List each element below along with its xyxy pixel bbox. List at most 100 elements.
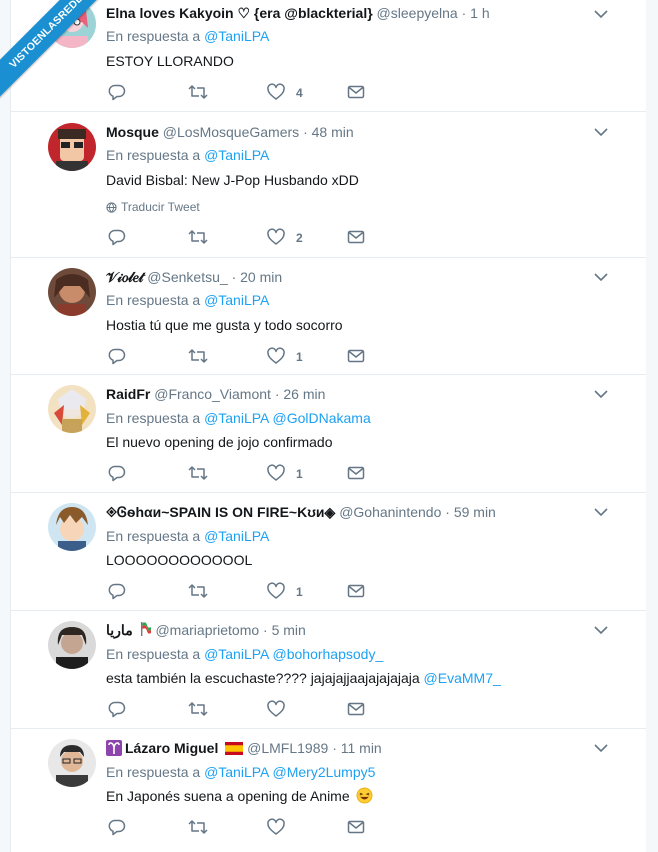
like-count: 4 [296, 86, 303, 100]
twitter-replies-page: Elna loves Kakyoin ♡ {era @blackterial} … [0, 0, 658, 852]
reply-icon[interactable] [108, 228, 126, 248]
flag-emoji-icon [140, 622, 151, 636]
like-heart-icon[interactable] [267, 83, 285, 103]
mention-link[interactable]: @EvaMM7_ [424, 670, 501, 686]
reply-icon[interactable] [108, 347, 126, 367]
tweet-text: ESTOY LLORANDO [106, 53, 234, 69]
retweet-icon[interactable] [188, 582, 208, 602]
chevron-down-icon[interactable] [593, 507, 609, 517]
chevron-down-icon[interactable] [593, 127, 609, 137]
reply-mention-link[interactable]: @TaniLPA [204, 292, 269, 308]
reply-icon[interactable] [108, 464, 126, 484]
tweet-text: Hostia tú que me gusta y todo socorro [106, 317, 343, 333]
retweet-icon[interactable] [188, 228, 208, 248]
handle[interactable]: @LMFL1989 [247, 740, 328, 756]
avatar[interactable] [48, 503, 96, 551]
reply-icon[interactable] [108, 700, 126, 720]
like-heart-icon[interactable] [267, 464, 285, 484]
like-heart-icon[interactable] [267, 582, 285, 602]
like-heart-icon[interactable] [267, 700, 285, 720]
chevron-down-icon[interactable] [593, 272, 609, 282]
chevron-down-icon[interactable] [593, 389, 609, 399]
like-count: 1 [296, 350, 303, 364]
tweet-reply-5[interactable]: ◈Ꮆѳhαи~SPAIN IS ON FIRE~Kʊи◈ @Gohaninten… [11, 493, 646, 611]
timestamp[interactable]: · 20 min [232, 269, 283, 285]
handle[interactable]: @sleepyelna [377, 5, 458, 21]
display-name[interactable]: Elna loves Kakyoin ♡ {era @blackterial} [106, 5, 373, 21]
avatar[interactable] [48, 268, 96, 316]
timestamp[interactable]: · 26 min [275, 386, 326, 402]
direct-message-icon[interactable] [347, 818, 365, 838]
display-name[interactable]: ◈Ꮆѳhαи~SPAIN IS ON FIRE~Kʊи◈ [106, 504, 335, 520]
direct-message-icon[interactable] [347, 347, 365, 367]
spain-flag-icon [225, 742, 244, 755]
tweet-header: RaidFr @Franco_Viamont · 26 min [106, 385, 325, 403]
chevron-down-icon[interactable] [593, 743, 609, 753]
like-heart-icon[interactable] [267, 228, 285, 248]
aries-emoji-icon [106, 740, 122, 756]
tweet-reply-6[interactable]: ماريا @mariaprietomo · 5 min En respuest… [11, 611, 646, 729]
tweet-text: esta también la escuchaste???? jajajajja… [106, 670, 501, 686]
handle[interactable]: @Franco_Viamont [154, 386, 271, 402]
retweet-icon[interactable] [188, 347, 208, 367]
avatar[interactable] [48, 123, 96, 171]
timestamp[interactable]: · 59 min [445, 504, 496, 520]
tweet-header: Elna loves Kakyoin ♡ {era @blackterial} … [106, 4, 490, 22]
like-count: 2 [296, 231, 303, 245]
display-name[interactable]: RaidFr [106, 386, 150, 402]
tweet-reply-7[interactable]: Lázaro Miguel @LMFL1989 · 11 min En resp… [11, 729, 646, 852]
retweet-icon[interactable] [188, 83, 208, 103]
chevron-down-icon[interactable] [593, 625, 609, 635]
direct-message-icon[interactable] [347, 700, 365, 720]
display-name[interactable]: ماريا [106, 622, 133, 638]
reply-context: En respuesta a @TaniLPA @Mery2Lumpy5 [106, 764, 376, 780]
tweet-header: Mosque @LosMosqueGamers · 48 min [106, 123, 354, 141]
retweet-icon[interactable] [188, 700, 208, 720]
reply-mention-link[interactable]: @TaniLPA @bohorhapsody_ [204, 646, 383, 662]
like-heart-icon[interactable] [267, 347, 285, 367]
reply-icon[interactable] [108, 818, 126, 838]
reply-mention-link[interactable]: @TaniLPA [204, 28, 269, 44]
handle[interactable]: @LosMosqueGamers [163, 124, 299, 140]
handle[interactable]: @Senketsu_ [147, 269, 227, 285]
retweet-icon[interactable] [188, 464, 208, 484]
reply-mention-link[interactable]: @TaniLPA @Mery2Lumpy5 [204, 764, 375, 780]
like-count: 1 [296, 585, 303, 599]
tweet-reply-4[interactable]: RaidFr @Franco_Viamont · 26 min En respu… [11, 375, 646, 493]
globe-icon [106, 202, 117, 213]
direct-message-icon[interactable] [347, 464, 365, 484]
translate-tweet-link[interactable]: Traducir Tweet [106, 199, 200, 215]
reply-mention-link[interactable]: @TaniLPA [204, 147, 269, 163]
direct-message-icon[interactable] [347, 83, 365, 103]
avatar[interactable] [48, 739, 96, 787]
tweet-header: ◈Ꮆѳhαи~SPAIN IS ON FIRE~Kʊи◈ @Gohaninten… [106, 503, 496, 521]
right-edge [645, 0, 658, 852]
reply-context: En respuesta a @TaniLPA [106, 528, 270, 544]
avatar[interactable] [48, 385, 96, 433]
direct-message-icon[interactable] [347, 582, 365, 602]
display-name[interactable]: Mosque [106, 124, 159, 140]
retweet-icon[interactable] [188, 818, 208, 838]
reply-icon[interactable] [108, 83, 126, 103]
timestamp[interactable]: · 48 min [303, 124, 354, 140]
tweet-text: En Japonés suena a opening de Anime [106, 787, 373, 805]
timestamp[interactable]: · 5 min [263, 622, 306, 638]
timestamp[interactable]: · 11 min [332, 740, 382, 756]
handle[interactable]: @Gohanintendo [339, 504, 441, 520]
like-count: 1 [296, 467, 303, 481]
reply-mention-link[interactable]: @TaniLPA @GolDNakama [204, 410, 371, 426]
display-name[interactable]: 𝒱𝒾𝑜𝓁𝑒𝓉 [106, 269, 143, 285]
like-heart-icon[interactable] [267, 818, 285, 838]
tweet-reply-1[interactable]: Elna loves Kakyoin ♡ {era @blackterial} … [11, 0, 646, 112]
chevron-down-icon[interactable] [593, 9, 609, 19]
avatar[interactable] [48, 621, 96, 669]
reply-mention-link[interactable]: @TaniLPA [204, 528, 269, 544]
tweet-reply-3[interactable]: 𝒱𝒾𝑜𝓁𝑒𝓉 @Senketsu_ · 20 min En respuesta … [11, 258, 646, 375]
timestamp[interactable]: · 1 h [462, 5, 490, 21]
reply-icon[interactable] [108, 582, 126, 602]
reply-context: En respuesta a @TaniLPA [106, 147, 270, 163]
display-name[interactable]: Lázaro Miguel [125, 740, 218, 756]
tweet-reply-2[interactable]: Mosque @LosMosqueGamers · 48 min En resp… [11, 112, 646, 258]
handle[interactable]: @mariaprietomo [155, 622, 259, 638]
direct-message-icon[interactable] [347, 228, 365, 248]
